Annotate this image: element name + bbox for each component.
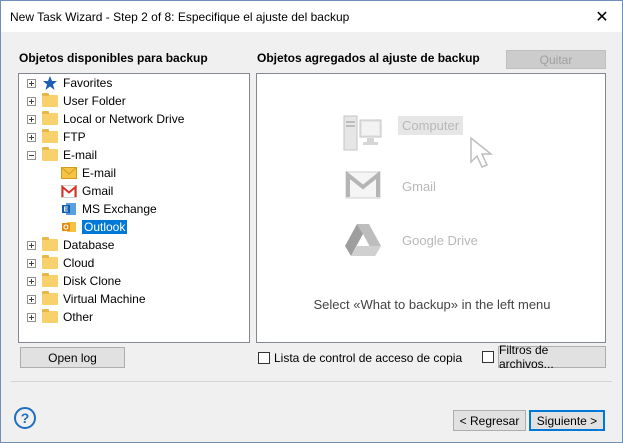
collapse-icon[interactable] [27, 150, 36, 160]
available-objects-label: Objetos disponibles para backup [19, 51, 208, 65]
tree-item-label: Outlook [82, 220, 128, 234]
tree-item-label: Other [63, 310, 94, 324]
tree-item-label: E-mail [63, 148, 98, 162]
wizard-content: Objetos disponibles para backup Objetos … [1, 32, 622, 442]
expand-icon[interactable] [27, 96, 36, 106]
open-log-button[interactable]: Open log [20, 347, 125, 368]
tree-item-database[interactable]: Database [27, 236, 114, 254]
computer-icon [343, 114, 383, 157]
expand-icon[interactable] [27, 132, 36, 142]
folder-icon [42, 309, 58, 323]
tree-item-label: Database [63, 238, 115, 252]
tree-item-virtual-machine[interactable]: Virtual Machine [27, 290, 146, 308]
outlook-icon: O [61, 219, 77, 235]
added-objects-label: Objetos agregados al ajuste de backup [257, 51, 480, 65]
wizard-window: New Task Wizard - Step 2 of 8: Especifiq… [0, 0, 623, 443]
gmail-icon [345, 170, 381, 203]
tree-item-user-folder[interactable]: User Folder [27, 92, 126, 110]
star-icon [42, 75, 58, 91]
folder-icon [42, 93, 58, 107]
tree-item-label: Gmail [82, 184, 114, 198]
tree-item-label: Cloud [63, 256, 95, 270]
folder-icon [42, 273, 58, 287]
tree-item-outlook[interactable]: O Outlook [61, 218, 128, 236]
provider-google-drive-label[interactable]: Google Drive [402, 233, 478, 248]
expand-icon[interactable] [27, 312, 36, 322]
folder-icon [42, 255, 58, 269]
file-filters-button[interactable]: Filtros de archivos... [498, 343, 606, 371]
remove-button[interactable]: Quitar [506, 50, 606, 69]
footer-separator [11, 381, 612, 382]
hint-text: Select «What to backup» in the left menu [313, 297, 551, 312]
acl-checkbox-label: Lista de control de acceso de copia [274, 351, 463, 365]
exchange-icon: E [61, 201, 77, 217]
expand-icon[interactable] [27, 78, 36, 88]
tree-item-label: Favorites [63, 76, 113, 90]
tree-item-local-network-drive[interactable]: Local or Network Drive [27, 110, 184, 128]
tree-item-disk-clone[interactable]: Disk Clone [27, 272, 121, 290]
acl-checkbox[interactable]: Lista de control de acceso de copia [258, 351, 462, 365]
file-filters-checkbox-box[interactable] [482, 351, 494, 363]
window-title: New Task Wizard - Step 2 of 8: Especifiq… [10, 10, 350, 24]
tree-item-ms-exchange[interactable]: E MS Exchange [61, 200, 157, 218]
svg-text:E: E [64, 207, 69, 214]
close-icon[interactable]: ✕ [582, 1, 622, 32]
expand-icon[interactable] [27, 258, 36, 268]
acl-checkbox-box[interactable] [258, 352, 270, 364]
back-button[interactable]: < Regresar [453, 410, 526, 431]
next-button[interactable]: Siguiente > [529, 410, 605, 431]
tree-item-favorites[interactable]: Favorites [27, 74, 112, 92]
tree-item-label: Disk Clone [63, 274, 122, 288]
expand-icon[interactable] [27, 294, 36, 304]
provider-gmail-label[interactable]: Gmail [402, 179, 436, 194]
folder-icon [42, 291, 58, 305]
tree-item-label: User Folder [63, 94, 126, 108]
tree-item-email[interactable]: E-mail [27, 146, 97, 164]
folder-icon [42, 111, 58, 125]
tree-item-label: E-mail [82, 166, 117, 180]
tree-item-other[interactable]: Other [27, 308, 93, 326]
folder-icon [42, 147, 58, 161]
tree-item-ftp[interactable]: FTP [27, 128, 86, 146]
tree-item-label: FTP [63, 130, 86, 144]
file-filters-checkbox[interactable] [482, 351, 498, 363]
tree-item-label: MS Exchange [82, 202, 157, 216]
expand-icon[interactable] [27, 240, 36, 250]
expand-icon[interactable] [27, 276, 36, 286]
tree-item-label: Virtual Machine [63, 292, 146, 306]
provider-computer-label[interactable]: Computer [398, 116, 464, 135]
tree-item-cloud[interactable]: Cloud [27, 254, 94, 272]
tree-item-gmail[interactable]: Gmail [61, 182, 113, 200]
tree-item-label: Local or Network Drive [63, 112, 185, 126]
envelope-icon [61, 165, 77, 181]
title-bar: New Task Wizard - Step 2 of 8: Especifiq… [1, 1, 622, 32]
mouse-pointer-icon [469, 136, 497, 173]
added-objects-panel[interactable]: Computer Gmail Google Drive Select «What… [256, 73, 606, 343]
help-icon[interactable]: ? [14, 407, 36, 429]
backup-objects-tree[interactable]: Favorites User Folder Local or Network D… [18, 73, 250, 343]
svg-text:O: O [63, 225, 69, 232]
tree-item-email-child[interactable]: E-mail [61, 164, 116, 182]
folder-icon [42, 237, 58, 251]
expand-icon[interactable] [27, 114, 36, 124]
google-drive-icon [343, 222, 383, 261]
gmail-icon [61, 183, 77, 199]
folder-icon [42, 129, 58, 143]
